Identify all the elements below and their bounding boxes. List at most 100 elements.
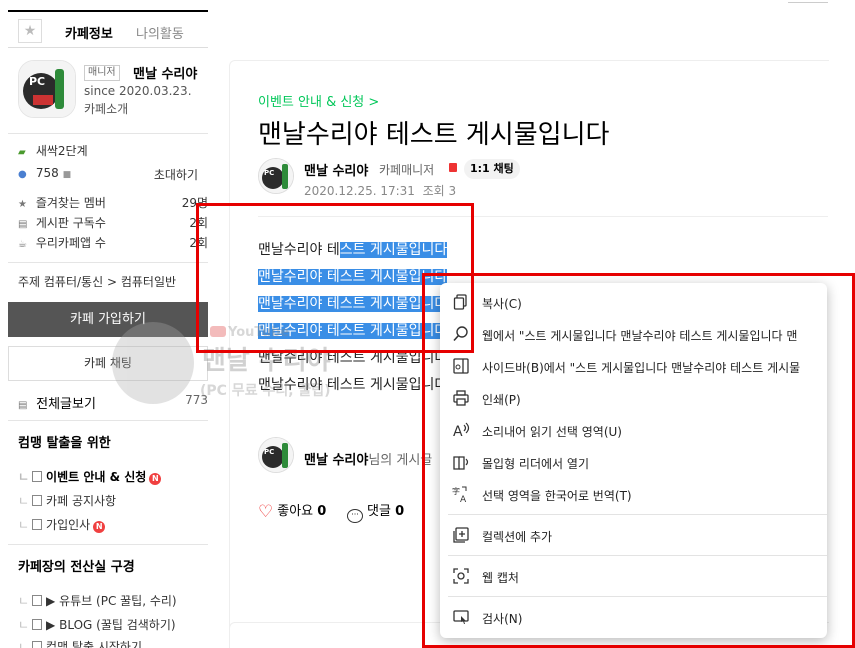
join-cafe-button[interactable]: 카페 가입하기 [8,302,208,337]
menu-item-youtube[interactable]: ㄴ ▶ 유튜브 (PC 꿀팁, 수리) [18,592,177,609]
author-avatar-footer[interactable]: PC [258,437,294,473]
footer-author-name: 맨날 수리야 [304,453,369,468]
cafe-topic[interactable]: 주제 컴퓨터/통신 > 컴퓨터일반 [18,273,176,290]
invite-link[interactable]: 초대하기 [154,166,198,183]
menu-item-inspect[interactable]: 검사(N) [440,602,827,634]
menu-item-read-aloud[interactable]: A 소리내어 읽기 선택 영역(U) [440,415,827,447]
menu-item-greetings[interactable]: ㄴ 가입인사 N [18,516,106,533]
menu-item-label: 이벤트 안내 & 신청 [46,470,147,484]
menu-item-label: 가입인사 [46,518,91,532]
menu-item-events[interactable]: ㄴ 이벤트 안내 & 신청 N [18,468,162,485]
divider [8,262,208,263]
menu-item-label: ▶ 유튜브 (PC 꿀팁, 수리) [46,594,177,608]
menu-item-sidebar-search[interactable]: 사이드바(B)에서 "스트 게시물입니다 맨날수리야 테스트 게시물 [440,351,827,383]
menu-item-notices[interactable]: ㄴ 카페 공지사항 [18,492,116,509]
cafe-since-date: since 2020.03.23. [84,84,192,98]
post-body-line[interactable]: 맨날수리야 테스트 게시물입니다 [258,347,447,369]
footer-suffix: 님의 게시글 [368,453,433,468]
menu-item-immersive-reader[interactable]: 몰입형 리더에서 열기 [440,447,827,479]
star-icon: ★ [18,199,27,210]
tree-branch: ㄴ [18,470,30,484]
copy-icon [453,294,467,310]
gift-icon [449,163,457,172]
menu-item-label: ▶ BLOG (꿀팁 검색하기) [46,618,176,632]
immersive-reader-icon [453,456,469,470]
search-web-icon [453,326,468,342]
heart-icon: ♡ [258,502,274,522]
like-count: 0 [317,504,327,519]
svg-text:字: 字 [452,486,460,496]
cafe-chat-button[interactable]: 카페 채팅 [8,346,208,381]
manager-name[interactable]: 맨날 수리야 [133,63,197,82]
fav-members-label: 즐겨찾는 멤버 [35,196,106,210]
app-users-label: 우리카페앱 수 [35,236,106,250]
cafe-level[interactable]: ▰ 새싹2단계 [18,142,208,159]
favorite-star-icon[interactable]: ★ [18,19,42,43]
menu-separator [448,555,827,556]
comment-icon: ··· [347,509,363,523]
read-aloud-icon: A [453,422,470,439]
post-title: 맨날수리야 테스트 게시물입니다 [258,120,610,150]
menu-item-search-web[interactable]: 웹에서 "스트 게시물입니다 맨날수리야 테스트 게시물입니다 맨 [440,319,827,351]
link-icon [32,641,43,648]
member-count[interactable]: 758 [36,166,59,180]
list-icon: ▤ [18,400,28,411]
post-body-line[interactable]: 맨날수리야 테스트 게시물입니다 [258,374,447,396]
menu-item-label: 검사(N) [482,612,523,626]
fav-members-row[interactable]: ★ 즐겨찾는 멤버 29명 [18,194,208,211]
sidebar-icon [453,358,469,374]
menu-item-print[interactable]: 인쇄(P) [440,383,827,415]
tree-branch: ㄴ [18,618,30,632]
author-name[interactable]: 맨날 수리야 [304,160,368,179]
body-text: 맨날수리야 테 [258,242,340,258]
like-button[interactable]: ♡ 좋아요 0 [258,500,326,522]
tab-my-activity[interactable]: 나의활동 [136,23,184,42]
board-subs-row[interactable]: ▤ 게시판 구독수 2회 [18,214,208,231]
document-icon [32,495,43,506]
post-body-line[interactable]: 맨날수리야 테스트 게시물입니다 [258,239,448,261]
menu-section-title: 카페장의 전산실 구경 [18,560,135,575]
youtube-icon [210,326,226,337]
svg-text:PC: PC [264,169,274,177]
cafe-avatar[interactable]: PC [18,60,76,118]
menu-item-add-collection[interactable]: 컬렉션에 추가 [440,520,827,552]
menu-separator [448,596,827,597]
web-capture-icon [453,568,469,584]
svg-text:PC: PC [29,75,45,88]
one-on-one-chat-button[interactable]: 1:1 채팅 [464,159,520,179]
comment-button[interactable]: ··· 댓글 0 [347,500,404,523]
cafe-logo-icon: PC [19,61,75,117]
menu-item-start[interactable]: ㄴ 컴맹 탈출 시작하기 [18,638,142,648]
menu-item-label: 소리내어 읽기 선택 영역(U) [482,425,622,439]
link-icon [32,619,43,630]
context-menu: 복사(C) 웹에서 "스트 게시물입니다 맨날수리야 테스트 게시물입니다 맨 … [440,283,827,638]
svg-text:A: A [453,424,463,439]
post-category-link[interactable]: 이벤트 안내 & 신청 > [258,91,379,110]
app-users-row[interactable]: ☕ 우리카페앱 수 2회 [18,234,208,251]
author-posts-link[interactable]: 맨날 수리야님의 게시글 [304,449,432,468]
board-subs-label: 게시판 구독수 [35,216,106,230]
menu-item-copy[interactable]: 복사(C) [440,287,827,319]
menu-item-web-capture[interactable]: 웹 캡처 [440,561,827,593]
post-date: 2020.12.25. 17:31 [304,184,415,198]
menu-item-blog[interactable]: ㄴ ▶ BLOG (꿀팁 검색하기) [18,616,176,633]
cafe-intro-link[interactable]: 카페소개 [84,100,128,117]
tab-cafe-info[interactable]: 카페정보 [65,23,113,42]
cafe-app-icon: ☕ [18,239,27,250]
menu-item-label: 컴맹 탈출 시작하기 [46,640,142,648]
menu-item-label: 웹에서 "스트 게시물입니다 맨날수리야 테스트 게시물입니다 맨 [482,329,798,343]
link-icon [32,595,43,606]
fav-members-value: 29명 [181,196,208,210]
menu-item-label: 사이드바(B)에서 "스트 게시물입니다 맨날수리야 테스트 게시물 [482,361,801,375]
all-posts-link[interactable]: ▤ 전체글보기 773 [18,393,208,412]
post-body-line[interactable]: 맨날수리야 테스트 게시물입니다 [258,293,448,315]
divider [258,216,828,217]
post-body-line[interactable]: 맨날수리야 테스트 게시물입니다 [258,266,448,288]
author-avatar[interactable]: PC [258,158,294,194]
new-badge-icon: N [149,473,162,485]
menu-item-translate[interactable]: 字A 선택 영역을 한국어로 번역(T) [440,479,827,511]
post-body-line[interactable]: 맨날수리야 테스트 게시물입니다 [258,320,448,342]
post-views: 조회 3 [422,184,457,198]
menu-section-title: 컴맹 탈출을 위한 [18,436,111,451]
document-icon [32,519,43,530]
